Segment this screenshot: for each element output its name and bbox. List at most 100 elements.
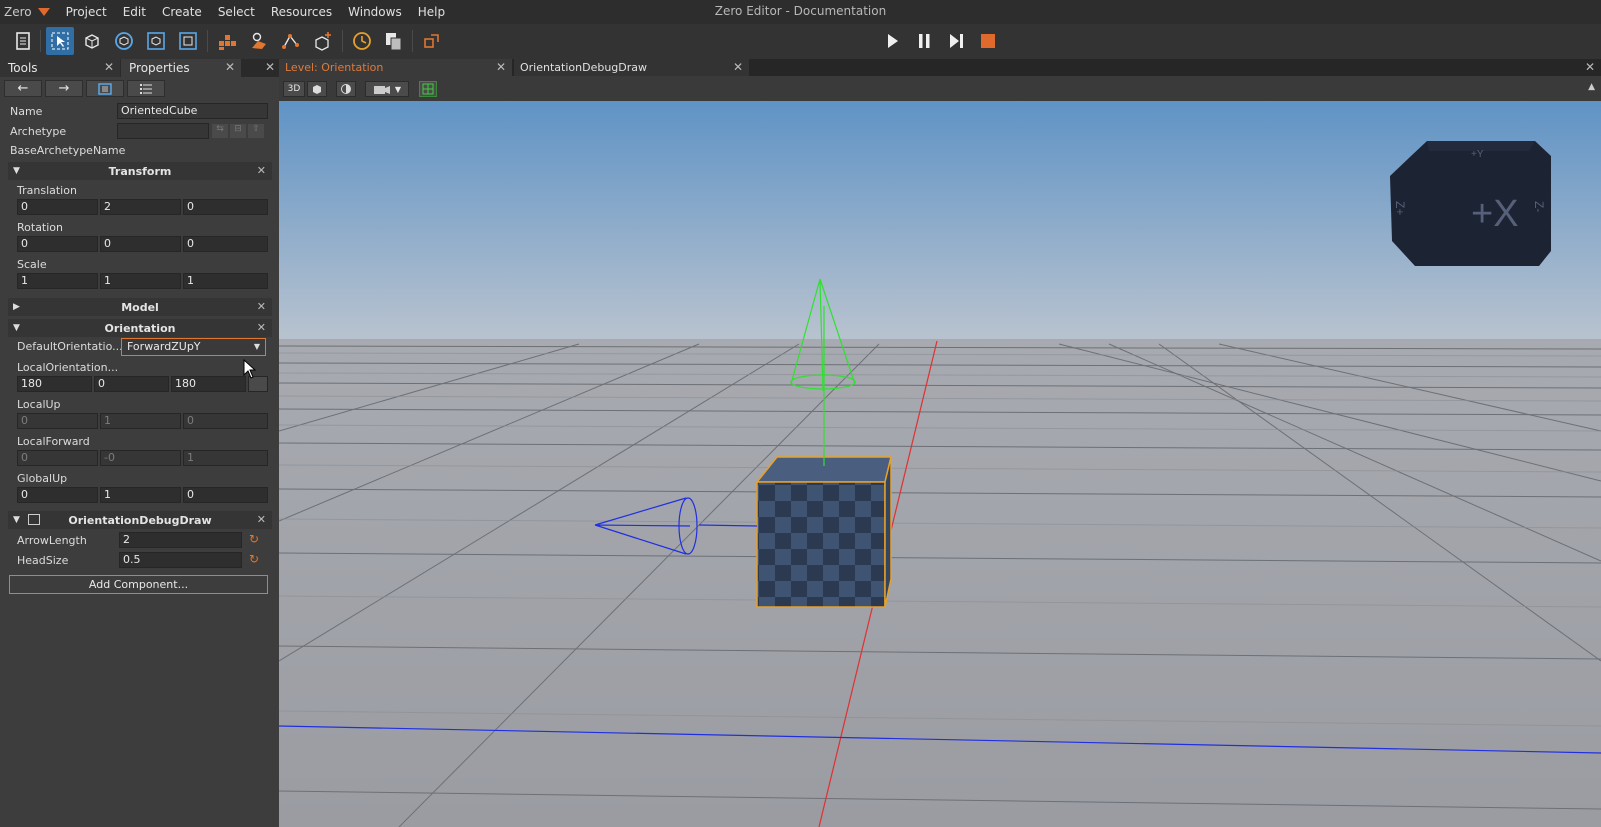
local-forward-x-field: 0 xyxy=(17,450,98,466)
select-object-button[interactable] xyxy=(86,80,124,97)
remove-component-icon[interactable]: ✕ xyxy=(257,321,266,334)
name-label: Name xyxy=(10,104,43,118)
translation-y-field[interactable]: 2 xyxy=(100,199,181,215)
tab-tools[interactable]: Tools ✕ xyxy=(0,59,120,77)
reload-icon[interactable] xyxy=(418,27,446,55)
tab-orientation-debug-draw[interactable]: OrientationDebugDraw ✕ xyxy=(514,59,749,76)
stop-icon[interactable] xyxy=(974,27,1002,55)
scale-y-field[interactable]: 1 xyxy=(100,273,181,289)
mouse-cursor-icon xyxy=(243,359,257,379)
new-level-icon[interactable] xyxy=(9,27,37,55)
copy-icon[interactable] xyxy=(380,27,408,55)
scale-label: Scale xyxy=(17,258,47,271)
grid-toggle-icon[interactable] xyxy=(419,81,437,97)
spline-tool-icon[interactable] xyxy=(245,27,273,55)
global-up-y-field[interactable]: 1 xyxy=(100,487,181,503)
reset-icon[interactable]: ↻ xyxy=(245,552,263,568)
scale-z-field[interactable]: 1 xyxy=(183,273,268,289)
create-object-icon[interactable] xyxy=(309,27,337,55)
break-archetype-icon[interactable]: ⊟ xyxy=(230,124,246,138)
expanded-arrow-icon: ▼ xyxy=(13,166,20,176)
global-up-x-field[interactable]: 0 xyxy=(17,487,98,503)
remove-component-icon[interactable]: ✕ xyxy=(257,513,266,526)
menu-select[interactable]: Select xyxy=(210,5,263,19)
perspective-cube-icon[interactable] xyxy=(307,81,327,97)
archetype-buttons: ⇆ ⊟ ⇧ xyxy=(212,124,268,138)
close-icon[interactable]: ✕ xyxy=(104,60,114,74)
properties-panel: Tools ✕ Properties ✕ ✕ ← → Name Oriented… xyxy=(0,59,281,827)
translation-z-field[interactable]: 0 xyxy=(183,199,268,215)
lighting-icon[interactable] xyxy=(336,81,356,97)
pause-icon[interactable] xyxy=(910,27,938,55)
menu-windows[interactable]: Windows xyxy=(340,5,410,19)
panel-close-icon[interactable]: ✕ xyxy=(265,60,275,74)
view-mode-3d-button[interactable]: 3D xyxy=(283,81,305,97)
camera-icon xyxy=(373,86,390,94)
menu-help[interactable]: Help xyxy=(410,5,453,19)
local-up-x-field: 0 xyxy=(17,413,98,429)
tab-level-label: Level: Orientation xyxy=(285,61,384,74)
forward-button[interactable]: → xyxy=(45,80,83,97)
remove-component-icon[interactable]: ✕ xyxy=(257,300,266,313)
global-up-z-field[interactable]: 0 xyxy=(183,487,268,503)
scale-x-field[interactable]: 1 xyxy=(17,273,98,289)
time-icon[interactable] xyxy=(348,27,376,55)
transform-title: Transform xyxy=(108,164,172,178)
zero-logo-menu[interactable]: Zero xyxy=(0,5,50,19)
menu-edit[interactable]: Edit xyxy=(115,5,154,19)
local-orientation-z-field[interactable]: 180 xyxy=(171,376,246,392)
orientation-section-header[interactable]: ▼ Orientation ✕ xyxy=(8,319,272,337)
script-icon xyxy=(28,514,40,525)
orientation-title: Orientation xyxy=(104,321,176,335)
add-component-button[interactable]: Add Component... xyxy=(9,575,268,594)
rotation-x-field[interactable]: 0 xyxy=(17,236,98,252)
remove-component-icon[interactable]: ✕ xyxy=(257,164,266,177)
collapse-toolbar-icon[interactable]: ▲ xyxy=(1588,82,1595,92)
tile-tool-icon[interactable] xyxy=(213,27,241,55)
local-orientation-y-field[interactable]: 0 xyxy=(94,376,169,392)
local-orientation-x-field[interactable]: 180 xyxy=(17,376,92,392)
arrow-length-label: ArrowLength xyxy=(17,534,87,547)
default-orientation-select[interactable]: ForwardZUpY ▼ xyxy=(121,338,266,356)
close-icon[interactable]: ✕ xyxy=(496,60,506,74)
tab-properties[interactable]: Properties ✕ xyxy=(121,59,241,77)
dropdown-arrow-icon xyxy=(37,8,50,16)
play-icon[interactable] xyxy=(878,27,906,55)
path-tool-icon[interactable] xyxy=(277,27,305,55)
close-icon[interactable]: ✕ xyxy=(225,60,235,74)
transform-section-header[interactable]: ▼ Transform ✕ xyxy=(8,162,272,180)
close-icon[interactable]: ✕ xyxy=(733,60,743,74)
rotation-z-field[interactable]: 0 xyxy=(183,236,268,252)
upload-archetype-icon[interactable]: ⇧ xyxy=(248,124,264,138)
camera-dropdown[interactable]: ▼ xyxy=(365,81,409,97)
rotation-y-field[interactable]: 0 xyxy=(100,236,181,252)
select-tool-icon[interactable] xyxy=(46,27,74,55)
translation-label: Translation xyxy=(17,184,77,197)
translation-x-field[interactable]: 0 xyxy=(17,199,98,215)
menu-bar: Zero Project Edit Create Select Resource… xyxy=(0,0,1601,24)
step-icon[interactable] xyxy=(942,27,970,55)
rotate-tool-icon[interactable] xyxy=(110,27,138,55)
scale-tool-icon[interactable] xyxy=(142,27,170,55)
tab-level-orientation[interactable]: Level: Orientation ✕ xyxy=(279,59,512,76)
back-button[interactable]: ← xyxy=(4,80,42,97)
menu-create[interactable]: Create xyxy=(154,5,210,19)
arrow-length-field[interactable]: 2 xyxy=(119,532,242,548)
archetype-field[interactable] xyxy=(117,123,209,139)
tab-tools-label: Tools xyxy=(8,61,38,75)
name-field[interactable]: OrientedCube xyxy=(117,103,268,119)
head-size-field[interactable]: 0.5 xyxy=(119,552,242,568)
level-viewport[interactable]: +X Z+ Z- +Y xyxy=(279,101,1601,827)
oriented-cube[interactable] xyxy=(755,456,892,608)
reset-icon[interactable]: ↻ xyxy=(245,532,263,548)
menu-resources[interactable]: Resources xyxy=(263,5,340,19)
object-tool-icon[interactable] xyxy=(174,27,202,55)
close-all-icon[interactable]: ✕ xyxy=(1585,60,1595,74)
debug-draw-section-header[interactable]: ▼ OrientationDebugDraw ✕ xyxy=(8,511,272,529)
translate-tool-icon[interactable] xyxy=(78,27,106,55)
list-view-button[interactable] xyxy=(127,80,165,97)
model-section-header[interactable]: ▶ Model ✕ xyxy=(8,298,272,316)
tab-debug-label: OrientationDebugDraw xyxy=(520,61,648,74)
menu-project[interactable]: Project xyxy=(58,5,115,19)
revert-archetype-icon[interactable]: ⇆ xyxy=(212,124,228,138)
